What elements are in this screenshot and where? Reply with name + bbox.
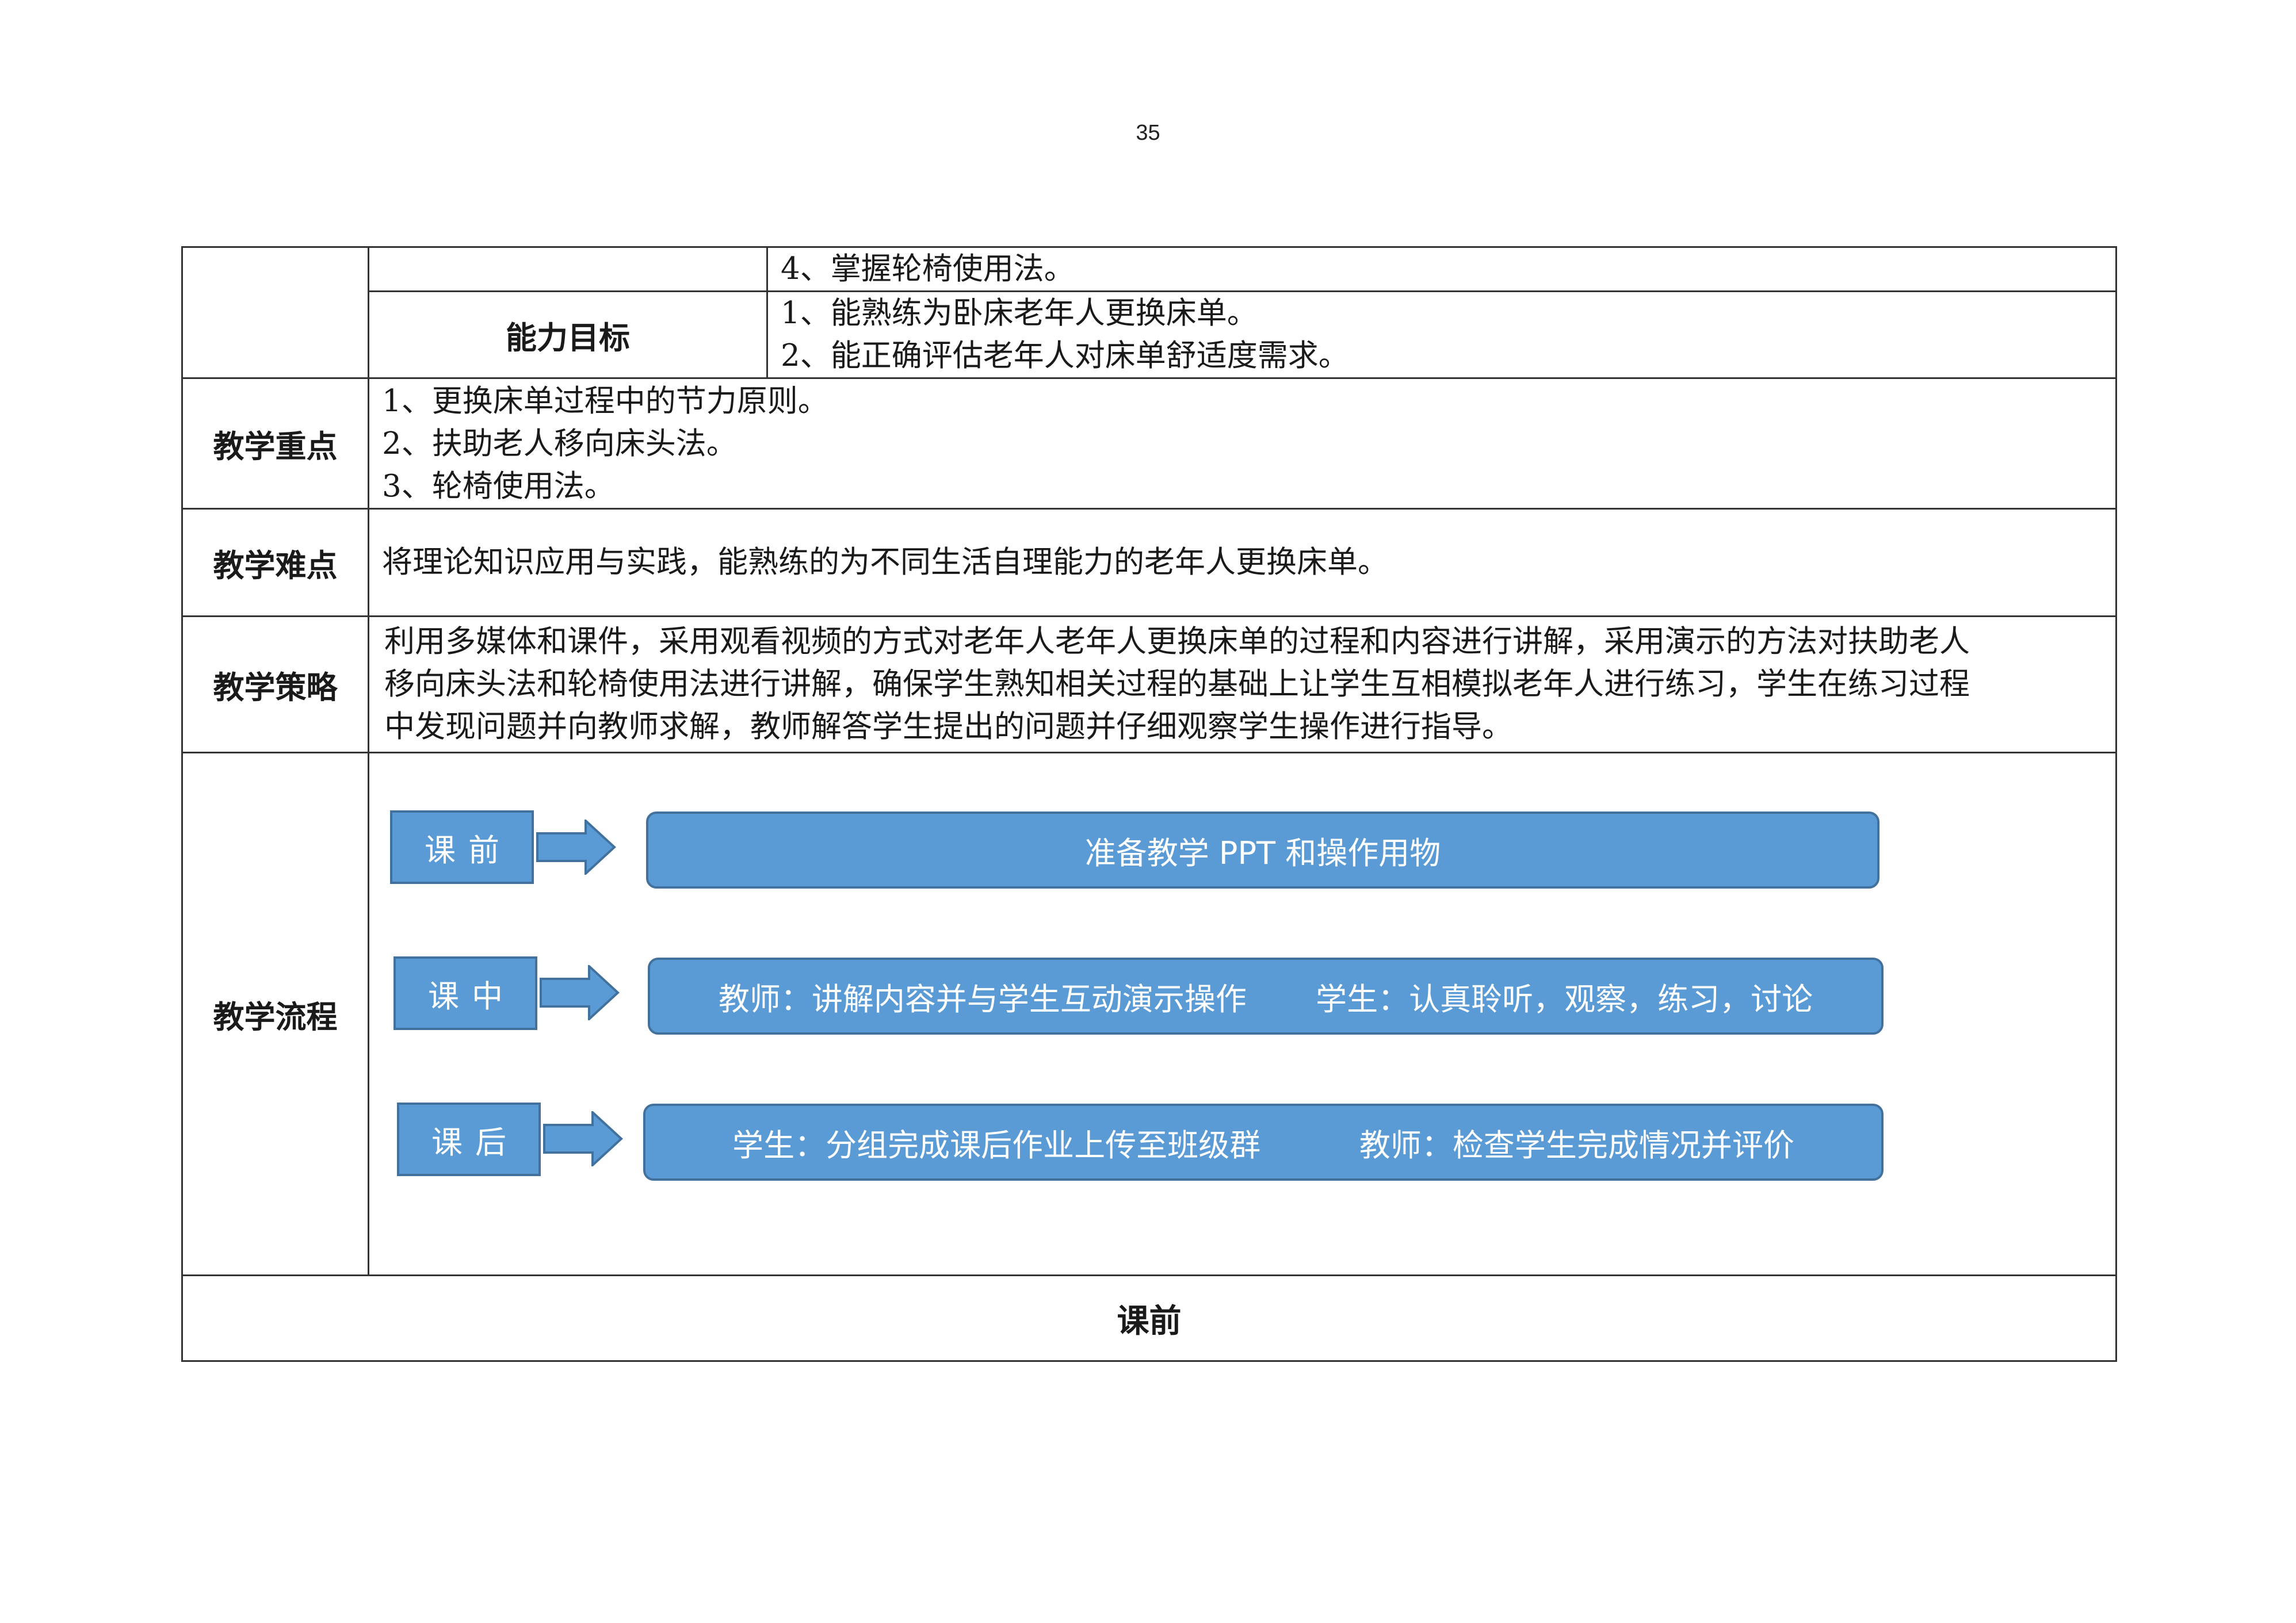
difficulties-row: 教学难点 将理论知识应用与实践，能熟练的为不同生活自理能力的老年人更换床单。 [181,508,2117,617]
process-flow-cell: 课前 准备教学 PPT 和操作用物 课中 教师：讲解内容并与学生互动演示操作 学… [368,752,2117,1276]
ability-item: 1、能熟练为卧床老年人更换床单。 [781,296,1258,331]
strategy-line: 移向床头法和轮椅使用法进行讲解，确保学生熟知相关过程的基础上让学生互相模拟老年人… [384,667,1970,702]
key-points-items: 1、更换床单过程中的节力原则。 2、扶助老人移向床头法。 3、轮椅使用法。 [368,377,2117,510]
stage-in-class-content: 教师：讲解内容并与学生互动演示操作 学生：认真聆听，观察，练习，讨论 [648,958,1884,1035]
strategy-row: 教学策略 利用多媒体和课件，采用观看视频的方式对老年人老年人更换床单的过程和内容… [181,615,2117,753]
ability-item: 2、能正确评估老年人对床单舒适度需求。 [781,338,1349,373]
stage-before-class-box: 课前 [390,810,534,884]
strategy-label: 教学策略 [181,615,369,753]
strategy-line: 利用多媒体和课件，采用观看视频的方式对老年人老年人更换床单的过程和内容进行讲解，… [384,624,1970,659]
key-point-item: 1、更换床单过程中的节力原则。 [382,384,828,419]
ability-objective-items: 1、能熟练为卧床老年人更换床单。 2、能正确评估老年人对床单舒适度需求。 [766,290,2117,379]
stage-after-class-box: 课后 [397,1103,541,1176]
strategy-text: 利用多媒体和课件，采用观看视频的方式对老年人老年人更换床单的过程和内容进行讲解，… [368,615,2117,753]
difficulties-label: 教学难点 [181,508,369,617]
right-arrow-icon [543,1111,623,1166]
footer-heading-row: 课前 [181,1274,2117,1362]
knowledge-objective-label-cell [368,246,768,292]
knowledge-objective-row: 4、掌握轮椅使用法。 [181,246,2117,379]
ability-objective-row: 能力目标 1、能熟练为卧床老年人更换床单。 2、能正确评估老年人对床单舒适度需求… [182,290,2117,379]
key-points-label: 教学重点 [181,377,369,510]
strategy-line: 中发现问题并向教师求解，教师解答学生提出的问题并仔细观察学生操作进行指导。 [384,709,1512,744]
key-point-item: 2、扶助老人移向床头法。 [382,426,737,461]
process-row: 教学流程 课前 准备教学 PPT 和操作用物 课中 教师：讲解内容并与学生互动演… [181,752,2117,1276]
difficulties-text: 将理论知识应用与实践，能熟练的为不同生活自理能力的老年人更换床单。 [368,508,2117,617]
section-heading: 课前 [181,1274,2117,1362]
stage-in-class-box: 课中 [394,956,537,1030]
objectives-label-cell [181,246,369,379]
key-point-item: 3、轮椅使用法。 [382,469,615,504]
knowledge-objective-item: 4、掌握轮椅使用法。 [766,246,2117,292]
stage-after-class-content: 学生：分组完成课后作业上传至班级群 教师：检查学生完成情况并评价 [643,1104,1884,1181]
stage-before-class-content: 准备教学 PPT 和操作用物 [646,812,1879,889]
page-number: 35 [1136,121,1160,145]
right-arrow-icon [536,820,616,875]
lesson-plan-table: 4、掌握轮椅使用法。 能力目标 1、能熟练为卧床老年人更换床单。 2、能正确评估… [181,246,2117,1362]
ability-objective-label: 能力目标 [368,290,768,379]
process-label: 教学流程 [181,752,369,1276]
key-points-row: 教学重点 1、更换床单过程中的节力原则。 2、扶助老人移向床头法。 3、轮椅使用… [181,377,2117,510]
right-arrow-icon [540,965,620,1020]
